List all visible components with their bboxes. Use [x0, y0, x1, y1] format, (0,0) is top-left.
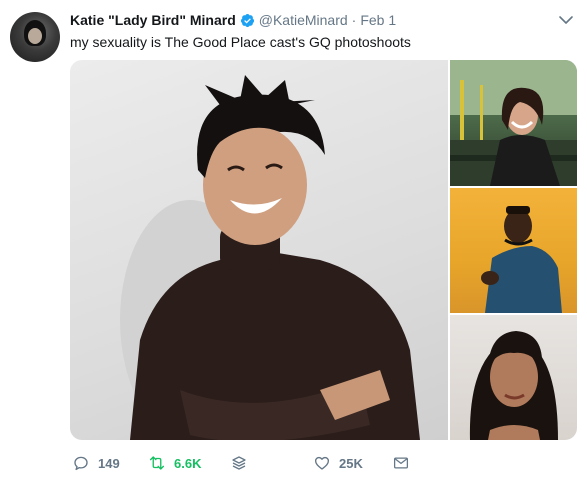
- tweet-date[interactable]: Feb 1: [360, 12, 396, 28]
- photo-4[interactable]: [450, 315, 577, 440]
- photo-1-illustration: [120, 75, 420, 440]
- tweet-text: my sexuality is The Good Place cast's GQ…: [70, 34, 411, 50]
- separator-dot: ·: [351, 12, 357, 28]
- author-name[interactable]: Katie "Lady Bird" Minard: [70, 12, 236, 28]
- stack-button[interactable]: [230, 452, 248, 474]
- like-button[interactable]: 25K: [313, 452, 363, 474]
- direct-message-button[interactable]: [392, 452, 410, 474]
- photo-4-illustration: [469, 331, 558, 440]
- layers-icon: [232, 456, 246, 470]
- reply-button[interactable]: 149: [72, 452, 120, 474]
- photo-3-illustration: [481, 206, 562, 313]
- reply-count: 149: [98, 455, 120, 471]
- author-avatar[interactable]: [10, 12, 60, 62]
- envelope-icon: [393, 457, 409, 469]
- tweet-media-grid: [70, 60, 577, 440]
- author-handle[interactable]: @KatieMinard: [259, 12, 348, 28]
- heart-icon: [314, 456, 330, 470]
- like-count: 25K: [339, 455, 363, 471]
- photo-1[interactable]: [70, 60, 448, 440]
- chevron-down-icon[interactable]: [558, 12, 574, 28]
- retweet-button[interactable]: 6.6K: [148, 452, 201, 474]
- verified-badge-icon: [240, 13, 255, 28]
- photo-3[interactable]: [450, 188, 577, 313]
- reply-icon: [74, 456, 88, 471]
- photo-2[interactable]: [450, 60, 577, 186]
- photo-2-illustration: [450, 60, 577, 186]
- retweet-count: 6.6K: [174, 455, 202, 471]
- retweet-icon: [149, 456, 165, 470]
- tweet-header: Katie "Lady Bird" Minard @KatieMinard · …: [70, 11, 396, 29]
